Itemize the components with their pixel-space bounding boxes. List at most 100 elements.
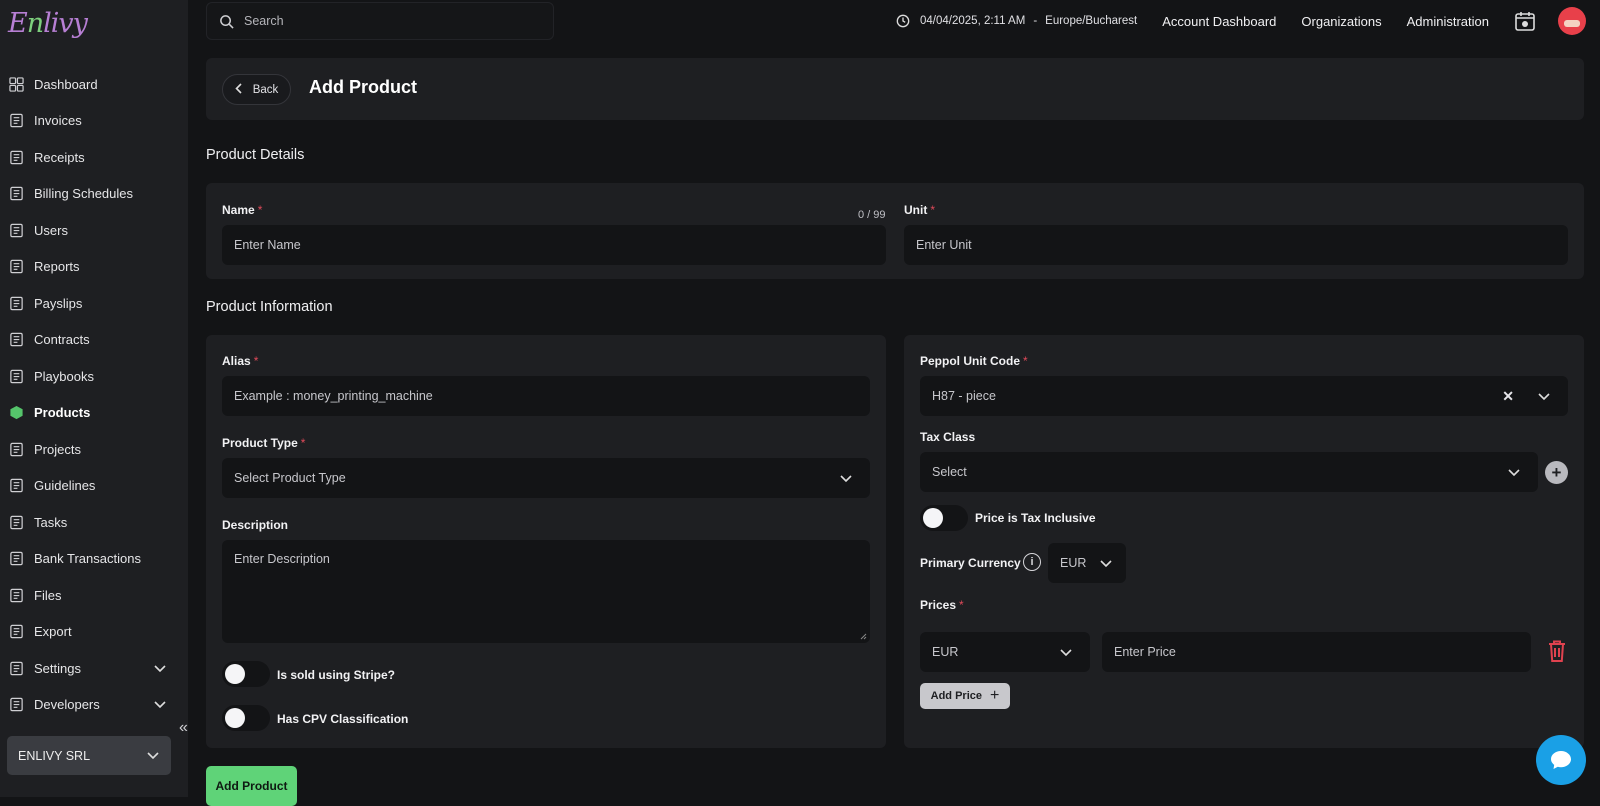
sidebar-item-users[interactable]: Users <box>0 212 188 249</box>
required-marker: * <box>253 354 259 368</box>
chat-support-button[interactable] <box>1536 735 1586 785</box>
sidebar-item-label: Playbooks <box>34 368 94 384</box>
prices-label-text: Prices <box>920 598 957 612</box>
name-input[interactable]: Enter Name <box>222 225 886 265</box>
search-input[interactable]: Search <box>206 2 554 40</box>
primary-currency-select[interactable]: EUR <box>1048 543 1126 583</box>
top-bar-right: 04/04/2025, 2:11 AM - Europe/Bucharest A… <box>896 0 1600 42</box>
sidebar-item-playbooks[interactable]: Playbooks <box>0 358 188 395</box>
sidebar-item-projects[interactable]: Projects <box>0 431 188 468</box>
sidebar-item-bank-transactions[interactable]: Bank Transactions <box>0 541 188 578</box>
sidebar-item-label: Users <box>34 222 68 238</box>
sidebar-item-payslips[interactable]: Payslips <box>0 285 188 322</box>
required-marker: * <box>930 203 935 217</box>
peppol-unit-code-value: H87 - piece <box>932 389 996 403</box>
search-icon <box>220 14 234 29</box>
alias-label: Alias * <box>222 354 258 368</box>
add-price-button[interactable]: Add Price + <box>920 683 1010 709</box>
tax-inclusive-label: Price is Tax Inclusive <box>975 511 1096 525</box>
price-input[interactable]: Enter Price <box>1102 632 1531 672</box>
name-placeholder: Enter Name <box>234 238 301 252</box>
sidebar-item-label: Tasks <box>34 514 68 530</box>
stripe-toggle[interactable] <box>222 661 270 687</box>
unit-input[interactable]: Enter Unit <box>904 225 1568 265</box>
sidebar-item-tasks[interactable]: Tasks <box>0 504 188 541</box>
delete-price-icon[interactable] <box>1546 639 1568 663</box>
price-currency-select[interactable]: EUR <box>920 632 1090 672</box>
alias-placeholder: Example : money_printing_machine <box>234 389 433 403</box>
invoice-icon <box>8 113 24 129</box>
datetime-separator: - <box>1033 15 1038 27</box>
payslip-icon <box>8 295 24 311</box>
tax-inclusive-toggle[interactable] <box>920 505 968 531</box>
sidebar-item-label: Invoices <box>34 113 82 129</box>
guidelines-icon <box>8 478 24 494</box>
avatar[interactable] <box>1558 7 1586 35</box>
peppol-unit-code-label: Peppol Unit Code * <box>920 354 1028 368</box>
sidebar-item-billing-schedules[interactable]: Billing Schedules <box>0 176 188 213</box>
playbook-icon <box>8 368 24 384</box>
product-type-placeholder: Select Product Type <box>234 471 346 485</box>
billing-schedule-icon <box>8 186 24 202</box>
add-tax-class-icon[interactable]: + <box>1545 461 1568 484</box>
alias-input[interactable]: Example : money_printing_machine <box>222 376 870 416</box>
account-dashboard-link[interactable]: Account Dashboard <box>1162 14 1276 29</box>
users-icon <box>8 222 24 238</box>
sidebar-item-settings[interactable]: Settings <box>0 650 188 687</box>
sidebar-item-export[interactable]: Export <box>0 614 188 651</box>
sidebar-item-dashboard[interactable]: Dashboard <box>0 66 188 103</box>
page-header: Back Add Product <box>206 58 1584 120</box>
clock-icon <box>896 14 910 28</box>
cpv-toggle[interactable] <box>222 705 270 731</box>
contract-icon <box>8 332 24 348</box>
name-label: Name * <box>222 203 262 217</box>
sidebar-item-developers[interactable]: Developers <box>0 687 188 724</box>
organization-switcher[interactable]: ENLIVY SRL <box>7 736 171 775</box>
plus-icon: + <box>990 687 1000 704</box>
administration-link[interactable]: Administration <box>1407 14 1489 29</box>
sidebar-item-contracts[interactable]: Contracts <box>0 322 188 359</box>
product-type-label: Product Type * <box>222 436 305 450</box>
sidebar-item-label: Export <box>34 624 72 640</box>
collapse-sidebar-icon[interactable]: « <box>179 719 188 737</box>
sidebar-item-label: Contracts <box>34 332 90 348</box>
add-price-label: Add Price <box>930 690 982 702</box>
chevron-down-icon <box>1060 646 1072 660</box>
reports-icon <box>8 259 24 275</box>
calendar-icon[interactable] <box>1514 10 1536 32</box>
required-marker: * <box>257 203 263 217</box>
alias-label-text: Alias <box>222 354 251 368</box>
file-icon <box>8 587 24 603</box>
brand-logo[interactable]: Enlivy <box>8 8 88 39</box>
bank-icon <box>8 551 24 567</box>
product-details-title: Product Details <box>206 147 305 163</box>
sidebar-item-receipts[interactable]: Receipts <box>0 139 188 176</box>
organizations-link[interactable]: Organizations <box>1301 14 1381 29</box>
sidebar-item-reports[interactable]: Reports <box>0 249 188 286</box>
sidebar-item-label: Payslips <box>34 295 83 311</box>
product-box-icon <box>8 405 24 421</box>
sidebar-item-guidelines[interactable]: Guidelines <box>0 468 188 505</box>
name-char-counter: 0 / 99 <box>858 209 886 221</box>
sidebar-item-files[interactable]: Files <box>0 577 188 614</box>
sidebar-item-label: Products <box>34 405 91 421</box>
product-information-title: Product Information <box>206 299 333 315</box>
top-bar: Search 04/04/2025, 2:11 AM - Europe/Buch… <box>188 0 1600 42</box>
back-button[interactable]: Back <box>222 74 291 105</box>
sidebar-item-invoices[interactable]: Invoices <box>0 103 188 140</box>
sidebar-item-label: Projects <box>34 441 81 457</box>
product-type-label-text: Product Type <box>222 436 298 450</box>
unit-label: Unit * <box>904 203 935 217</box>
description-placeholder: Enter Description <box>234 552 330 566</box>
tax-class-select[interactable]: Select <box>920 452 1538 492</box>
product-type-select[interactable]: Select Product Type <box>222 458 870 498</box>
description-label: Description <box>222 518 289 532</box>
sidebar: Enlivy Dashboard Invoices Receipts Billing … <box>0 0 188 797</box>
sidebar-item-products[interactable]: Products <box>0 395 188 432</box>
clear-icon[interactable]: ✕ <box>1502 388 1514 405</box>
description-textarea[interactable]: Enter Description <box>222 540 870 643</box>
peppol-unit-code-select[interactable]: H87 - piece ✕ <box>920 376 1568 416</box>
add-product-button[interactable]: Add Product <box>206 766 297 806</box>
resize-handle-icon[interactable] <box>860 633 867 640</box>
info-icon[interactable]: i <box>1023 553 1041 571</box>
